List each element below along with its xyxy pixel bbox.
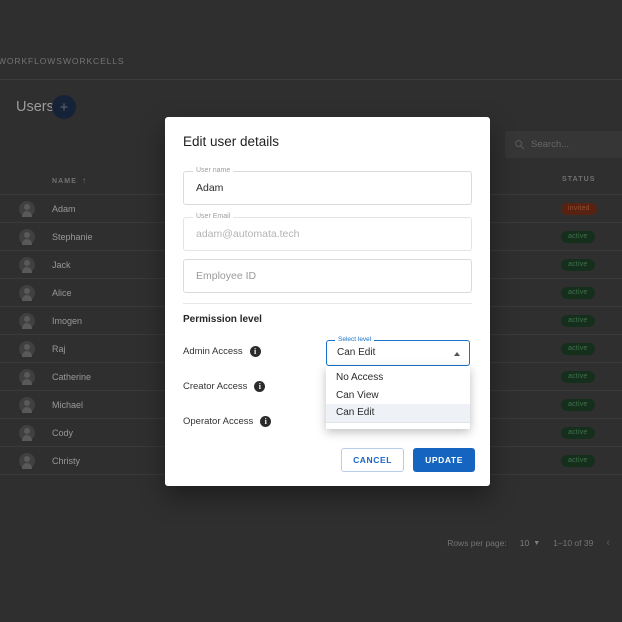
select-level-value: Can Edit <box>337 347 376 358</box>
edit-user-dialog: Edit user details User name Adam User Em… <box>165 117 490 486</box>
permission-row-creator: Creator Access i <box>183 381 266 392</box>
update-button[interactable]: UPDATE <box>413 447 475 472</box>
employee-id-field[interactable]: Employee ID <box>183 259 472 293</box>
select-level-label: Select level <box>335 336 375 343</box>
menu-option[interactable]: Can Edit <box>326 404 470 422</box>
select-level-menu: No Access Can View Can Edit <box>326 366 470 429</box>
chevron-up-icon <box>454 352 460 356</box>
select-level-trigger[interactable]: Select level Can Edit <box>326 336 470 366</box>
user-email-label: User Email <box>193 213 234 220</box>
menu-option[interactable]: Can View <box>326 387 470 405</box>
user-name-field[interactable]: User name Adam <box>183 167 472 205</box>
dialog-divider <box>183 303 472 304</box>
employee-id-input[interactable]: Employee ID <box>196 270 256 282</box>
cancel-button[interactable]: CANCEL <box>341 447 405 472</box>
select-level-options: No Access Can View Can Edit <box>326 369 470 422</box>
permission-label-admin: Admin Access <box>183 346 243 357</box>
info-icon-operator[interactable]: i <box>260 416 272 427</box>
user-email-input: adam@automata.tech <box>196 228 300 240</box>
user-name-label: User name <box>193 167 234 174</box>
app-root: WORKFLOWS WORKCELLS Users + Search... NA… <box>0 0 622 622</box>
info-icon-creator[interactable]: i <box>254 381 266 392</box>
permission-label-operator: Operator Access <box>183 416 254 427</box>
user-email-field: User Email adam@automata.tech <box>183 213 472 251</box>
permission-row-admin: Admin Access i <box>183 346 261 357</box>
info-icon-admin[interactable]: i <box>249 346 261 357</box>
dialog-actions: CANCEL UPDATE <box>341 447 475 472</box>
permission-section-title: Permission level <box>183 314 262 325</box>
permission-row-operator: Operator Access i <box>183 416 272 427</box>
menu-option[interactable]: No Access <box>326 369 470 387</box>
permission-label-creator: Creator Access <box>183 381 248 392</box>
dialog-title: Edit user details <box>183 134 280 149</box>
user-name-input[interactable]: Adam <box>196 182 223 194</box>
menu-clipped-option[interactable] <box>326 421 470 429</box>
